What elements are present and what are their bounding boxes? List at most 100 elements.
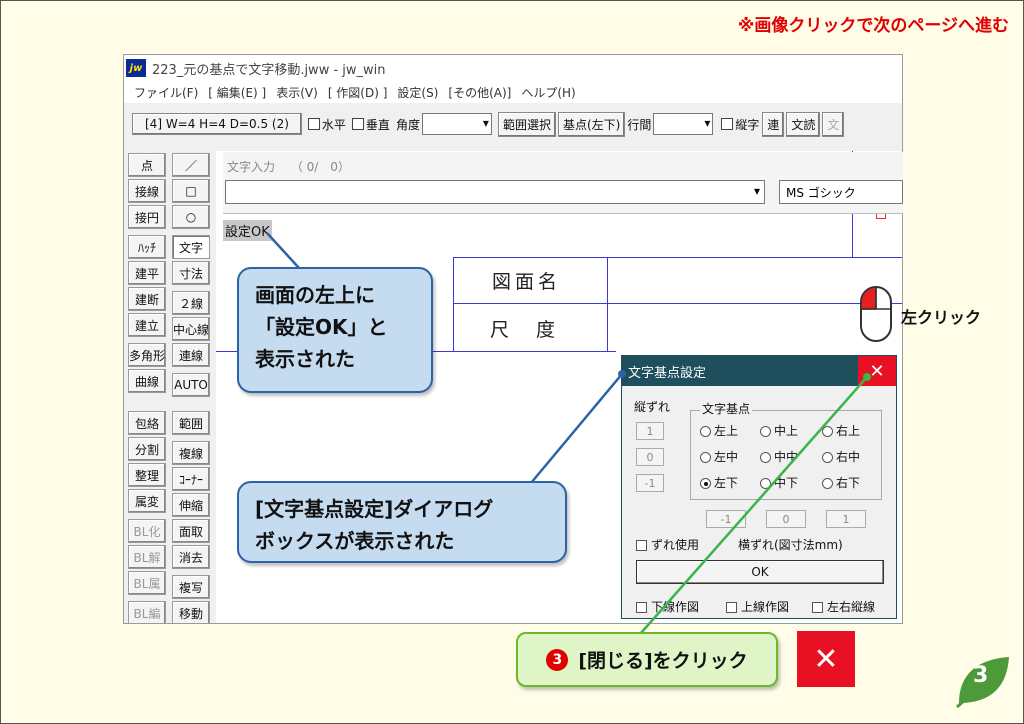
use-offset-checkbox[interactable]: ずれ使用	[636, 536, 699, 553]
over-line-checkbox[interactable]: 上線作図	[726, 598, 789, 615]
vertical-offset-minus1[interactable]: -1	[636, 474, 664, 492]
menu-settings[interactable]: 設定(S)	[397, 84, 438, 101]
tool-block-create[interactable]: BL化	[128, 519, 166, 543]
vertical-offset-label: 縦ずれ	[634, 400, 671, 414]
status-ok-text: 設定OK	[223, 220, 272, 241]
side-line-checkbox[interactable]: 左右縦線	[812, 598, 875, 615]
tool-offset-line[interactable]: 複線	[172, 441, 210, 465]
tool-block-edit[interactable]: BL編	[128, 601, 166, 623]
toolbar: [4] W=4 H=4 D=0.5 (2) 水平 垂直 角度 範囲選択 基点(左…	[124, 107, 902, 141]
slide[interactable]: ※画像クリックで次のページへ進む jw 223_元の基点で文字移動.jww - …	[0, 0, 1024, 724]
vertical-offset-0[interactable]: 0	[636, 448, 664, 466]
menu-view[interactable]: 表示(V)	[276, 84, 318, 101]
tool-circle[interactable]: ○	[172, 205, 210, 229]
radio-bottom-right[interactable]: 右下	[822, 474, 860, 491]
tool-curve[interactable]: 曲線	[128, 369, 166, 393]
radio-top-center[interactable]: 中上	[760, 422, 798, 439]
menu-file[interactable]: ファイル(F)	[134, 84, 198, 101]
tool-polygon[interactable]: 多角形	[128, 343, 166, 367]
tool-auto[interactable]: AUTO	[172, 373, 210, 397]
tool-copy[interactable]: 複写	[172, 575, 210, 599]
menu-draw[interactable]: [ 作図(D) ]	[328, 84, 388, 101]
vertical-text-checkbox[interactable]	[721, 118, 734, 130]
text-input-bar: 文字入力 （ 0/ 0） MS ゴシック	[223, 152, 903, 214]
tool-block-attribute[interactable]: BL属	[128, 571, 166, 595]
tool-attribute-change[interactable]: 属変	[128, 489, 166, 513]
radio-middle-right[interactable]: 右中	[822, 448, 860, 465]
vertical-checkbox[interactable]	[351, 118, 364, 130]
action-text: [閉じる]をクリック	[578, 650, 748, 672]
tool-dimension[interactable]: 寸法	[172, 261, 210, 285]
tool-erase[interactable]: 消去	[172, 545, 210, 569]
vertical-offset-1[interactable]: 1	[636, 422, 664, 440]
vertical-label: 垂直	[365, 117, 390, 132]
tool-divide[interactable]: 分割	[128, 437, 166, 461]
horizontal-offset-label: 横ずれ(図寸法mm)	[738, 538, 843, 552]
tool-tangent-circle[interactable]: 接円	[128, 205, 166, 229]
dialog-callout: [文字基点設定]ダイアログ ボックスが表示された	[237, 481, 567, 563]
tool-text[interactable]: 文字	[172, 235, 210, 259]
tool-point[interactable]: 点	[128, 153, 166, 177]
step-number-badge: 3	[546, 648, 569, 671]
tool-hatch[interactable]: ﾊｯﾁ	[128, 235, 166, 259]
radio-bottom-center[interactable]: 中下	[760, 474, 798, 491]
horizontal-checkbox[interactable]	[307, 118, 320, 130]
menu-bar: ファイル(F) [ 編集(E) ] 表示(V) [ 作図(D) ] 設定(S) …	[124, 81, 902, 103]
horizontal-label: 水平	[321, 117, 346, 132]
mouse-left-click-icon	[860, 286, 892, 342]
table-line	[453, 257, 454, 351]
dialog-close-button[interactable]: ✕	[858, 356, 896, 386]
menu-other[interactable]: [その他(A)]	[448, 84, 511, 101]
tool-envelope[interactable]: 包絡	[128, 411, 166, 435]
tool-arch-section[interactable]: 建断	[128, 287, 166, 311]
app-logo-icon: jw	[126, 59, 146, 77]
radio-middle-center[interactable]: 中中	[760, 448, 798, 465]
base-point-button[interactable]: 基点(左下)	[557, 111, 626, 137]
font-select[interactable]: MS ゴシック	[779, 180, 903, 204]
base-point-group-label: 文字基点	[700, 400, 753, 417]
radio-middle-left[interactable]: 左中	[700, 448, 738, 465]
tool-line[interactable]: ／	[172, 153, 210, 177]
angle-select[interactable]	[421, 113, 492, 135]
page-number: 3	[973, 663, 989, 688]
radio-bottom-left[interactable]: 左下	[700, 474, 738, 491]
text-input-field[interactable]	[225, 180, 765, 204]
tool-continuous-line[interactable]: 連線	[172, 343, 210, 367]
line-spacing-select[interactable]	[653, 113, 714, 135]
radio-top-right[interactable]: 右上	[822, 422, 860, 439]
tool-block-explode[interactable]: BL解	[128, 545, 166, 569]
under-line-checkbox[interactable]: 下線作図	[636, 598, 699, 615]
tool-move[interactable]: 移動	[172, 601, 210, 623]
tool-corner[interactable]: ｺｰﾅｰ	[172, 467, 210, 491]
tool-rectangle[interactable]: □	[172, 179, 210, 203]
tool-stretch[interactable]: 伸縮	[172, 493, 210, 517]
tool-arch-elevation[interactable]: 建立	[128, 313, 166, 337]
text-base-point-dialog: 文字基点設定 ✕ 縦ずれ 1 0 -1 文字基点 左上 中上 右上 左中 中中 …	[621, 355, 897, 619]
horizontal-offset-minus1[interactable]: -1	[706, 510, 746, 528]
menu-help[interactable]: ヘルプ(H)	[521, 84, 575, 101]
continuous-button[interactable]: 連	[762, 111, 785, 137]
tool-arch-plan[interactable]: 建平	[128, 261, 166, 285]
horizontal-offset-1[interactable]: 1	[826, 510, 866, 528]
range-select-button[interactable]: 範囲選択	[497, 111, 556, 137]
close-icon: ✕	[869, 360, 885, 382]
line-spacing-label: 行間	[627, 117, 652, 132]
ok-button[interactable]: OK	[636, 560, 884, 584]
title-bar: jw 223_元の基点で文字移動.jww - jw_win	[124, 55, 902, 81]
text-input-label: 文字入力 （ 0/ 0）	[227, 160, 350, 174]
menu-edit[interactable]: [ 編集(E) ]	[208, 84, 266, 101]
text-extra-button[interactable]: 文	[822, 111, 845, 137]
read-text-button[interactable]: 文読	[786, 111, 821, 137]
tool-tangent[interactable]: 接線	[128, 179, 166, 203]
tool-center-line[interactable]: 中心線	[172, 317, 210, 341]
tool-range[interactable]: 範囲	[172, 411, 210, 435]
tool-chamfer[interactable]: 面取	[172, 519, 210, 543]
status-callout: 画面の左上に 「設定OK」と 表示された	[237, 267, 433, 393]
dialog-title-bar: 文字基点設定 ✕	[622, 356, 896, 386]
layer-info-button[interactable]: [4] W=4 H=4 D=0.5 (2)	[132, 113, 302, 135]
dialog-title: 文字基点設定	[628, 365, 707, 381]
tool-organize[interactable]: 整理	[128, 463, 166, 487]
tool-double-line[interactable]: ２線	[172, 291, 210, 315]
radio-top-left[interactable]: 左上	[700, 422, 738, 439]
horizontal-offset-0[interactable]: 0	[766, 510, 806, 528]
